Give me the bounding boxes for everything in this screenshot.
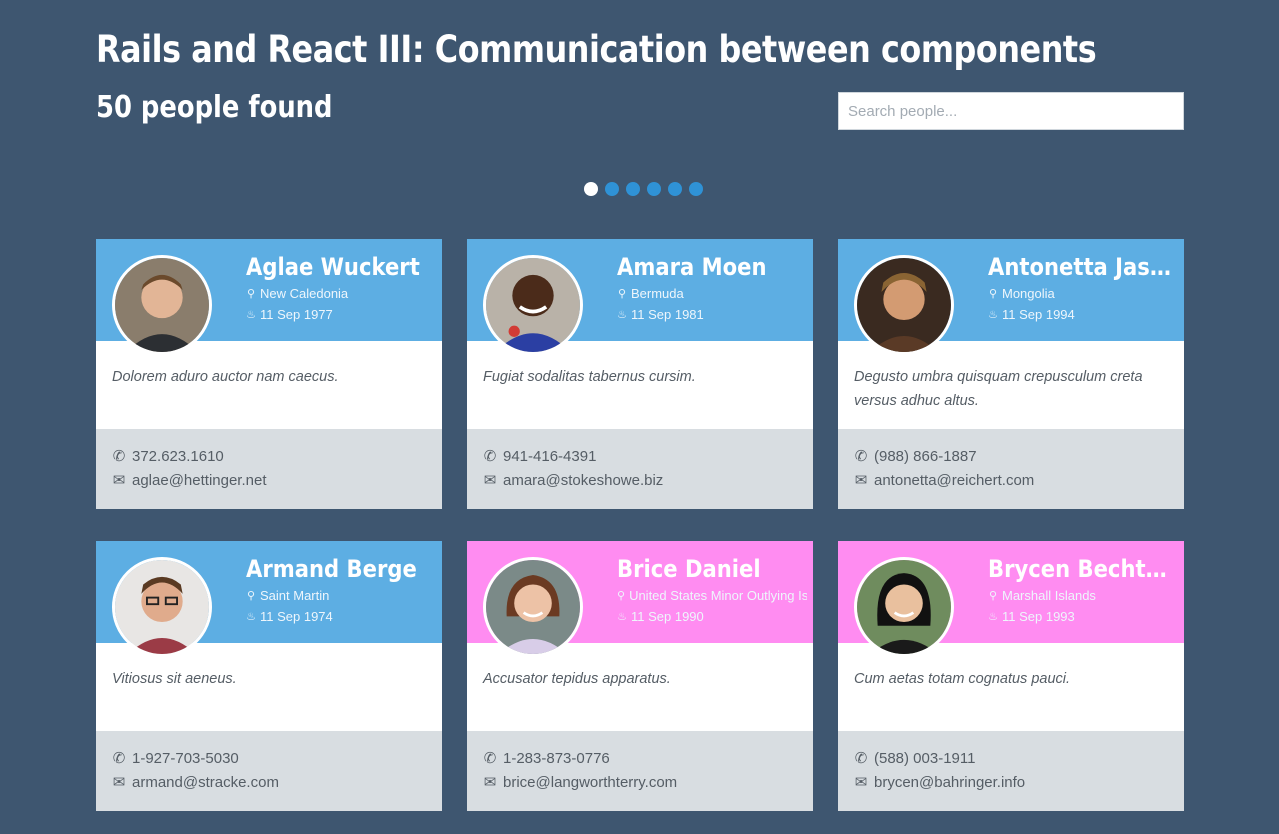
person-birthday: 11 Sep 1981 bbox=[631, 307, 704, 322]
person-card[interactable]: Armand Berge ⚲ Saint Martin ♨ 11 Sep 1974 … bbox=[96, 541, 442, 811]
person-card[interactable]: Brycen Bechtelar ⚲ Marshall Islands ♨ 11 S… bbox=[838, 541, 1184, 811]
person-name: Amara Moen bbox=[617, 253, 767, 281]
person-card[interactable]: Amara Moen ⚲ Bermuda ♨ 11 Sep 1981 Fugiat … bbox=[467, 239, 813, 509]
card-footer: ✆ 1-283-873-0776 ✉ brice@langworthterry.co… bbox=[467, 731, 813, 811]
person-phone[interactable]: 941-416-4391 bbox=[503, 448, 596, 465]
person-location: United States Minor Outlying Islands bbox=[629, 588, 807, 603]
person-name: Aglae Wuckert bbox=[246, 253, 420, 281]
person-email[interactable]: armand@stracke.com bbox=[132, 774, 279, 791]
map-marker-icon: ⚲ bbox=[988, 590, 998, 602]
person-quote: Cum aetas totam cognatus pauci. bbox=[854, 671, 1071, 687]
person-name: Brycen Bechtelar bbox=[988, 555, 1175, 583]
person-quote: Accusator tepidus apparatus. bbox=[483, 671, 671, 687]
phone-icon: ✆ bbox=[112, 750, 126, 767]
person-phone[interactable]: 1-283-873-0776 bbox=[503, 750, 610, 767]
avatar bbox=[112, 557, 212, 657]
person-location: Marshall Islands bbox=[1002, 588, 1096, 603]
page-dot-4[interactable] bbox=[647, 182, 661, 196]
person-location: Saint Martin bbox=[260, 588, 330, 603]
people-count: 50 people found bbox=[96, 90, 333, 125]
map-marker-icon: ⚲ bbox=[617, 288, 627, 300]
person-quote: Degusto umbra quisquam crepusculum creta… bbox=[854, 369, 1143, 409]
person-quote: Fugiat sodalitas tabernus cursim. bbox=[483, 369, 696, 385]
envelope-icon: ✉ bbox=[854, 472, 868, 489]
page-dot-6[interactable] bbox=[689, 182, 703, 196]
avatar bbox=[854, 255, 954, 355]
person-birthday: 11 Sep 1993 bbox=[1002, 609, 1075, 624]
phone-icon: ✆ bbox=[112, 448, 126, 465]
person-birthday: 11 Sep 1977 bbox=[260, 307, 333, 322]
person-phone[interactable]: (988) 866-1887 bbox=[874, 448, 977, 465]
person-email[interactable]: amara@stokeshowe.biz bbox=[503, 472, 663, 489]
person-email[interactable]: antonetta@reichert.com bbox=[874, 472, 1034, 489]
envelope-icon: ✉ bbox=[112, 774, 126, 791]
card-footer: ✆ 1-927-703-5030 ✉ armand@stracke.com bbox=[96, 731, 442, 811]
person-birthday: 11 Sep 1974 bbox=[260, 609, 333, 624]
page-dot-2[interactable] bbox=[605, 182, 619, 196]
person-phone[interactable]: 1-927-703-5030 bbox=[132, 750, 239, 767]
envelope-icon: ✉ bbox=[112, 472, 126, 489]
phone-icon: ✆ bbox=[854, 448, 868, 465]
person-name: Antonetta Jaskolski bbox=[988, 253, 1175, 281]
page-dot-3[interactable] bbox=[626, 182, 640, 196]
envelope-icon: ✉ bbox=[483, 774, 497, 791]
avatar bbox=[483, 557, 583, 657]
map-marker-icon: ⚲ bbox=[246, 590, 256, 602]
avatar bbox=[483, 255, 583, 355]
birthday-cake-icon: ♨ bbox=[988, 309, 998, 321]
pagination bbox=[584, 182, 703, 196]
page-title: Rails and React III: Communication betwe… bbox=[96, 28, 1097, 71]
avatar bbox=[112, 255, 212, 355]
search-input[interactable] bbox=[838, 92, 1184, 130]
person-email[interactable]: brice@langworthterry.com bbox=[503, 774, 677, 791]
person-location: Mongolia bbox=[1002, 286, 1055, 301]
person-name: Armand Berge bbox=[246, 555, 417, 583]
card-footer: ✆ 372.623.1610 ✉ aglae@hettinger.net bbox=[96, 429, 442, 509]
person-phone[interactable]: (588) 003-1911 bbox=[874, 750, 975, 767]
phone-icon: ✆ bbox=[854, 750, 868, 767]
birthday-cake-icon: ♨ bbox=[988, 611, 998, 623]
envelope-icon: ✉ bbox=[483, 472, 497, 489]
person-birthday: 11 Sep 1994 bbox=[1002, 307, 1075, 322]
map-marker-icon: ⚲ bbox=[246, 288, 256, 300]
card-footer: ✆ (988) 866-1887 ✉ antonetta@reichert.com bbox=[838, 429, 1184, 509]
person-email[interactable]: brycen@bahringer.info bbox=[874, 774, 1025, 791]
map-marker-icon: ⚲ bbox=[617, 590, 626, 602]
person-location: New Caledonia bbox=[260, 286, 349, 301]
person-phone[interactable]: 372.623.1610 bbox=[132, 448, 224, 465]
person-quote: Dolorem aduro auctor nam caecus. bbox=[112, 369, 339, 385]
card-footer: ✆ (588) 003-1911 ✉ brycen@bahringer.info bbox=[838, 731, 1184, 811]
person-quote: Vitiosus sit aeneus. bbox=[112, 671, 237, 687]
person-name: Brice Daniel bbox=[617, 555, 761, 583]
person-card[interactable]: Aglae Wuckert ⚲ New Caledonia ♨ 11 Sep 197… bbox=[96, 239, 442, 509]
envelope-icon: ✉ bbox=[854, 774, 868, 791]
birthday-cake-icon: ♨ bbox=[246, 611, 256, 623]
birthday-cake-icon: ♨ bbox=[617, 611, 627, 623]
card-footer: ✆ 941-416-4391 ✉ amara@stokeshowe.biz bbox=[467, 429, 813, 509]
map-marker-icon: ⚲ bbox=[988, 288, 998, 300]
phone-icon: ✆ bbox=[483, 448, 497, 465]
person-email[interactable]: aglae@hettinger.net bbox=[132, 472, 267, 489]
avatar bbox=[854, 557, 954, 657]
birthday-cake-icon: ♨ bbox=[617, 309, 627, 321]
person-card[interactable]: Brice Daniel ⚲ United States Minor Outlyi… bbox=[467, 541, 813, 811]
page-dot-5[interactable] bbox=[668, 182, 682, 196]
person-birthday: 11 Sep 1990 bbox=[631, 609, 704, 624]
person-card[interactable]: Antonetta Jaskolski ⚲ Mongolia ♨ 11 Sep 19… bbox=[838, 239, 1184, 509]
page-dot-1[interactable] bbox=[584, 182, 598, 196]
birthday-cake-icon: ♨ bbox=[246, 309, 256, 321]
person-location: Bermuda bbox=[631, 286, 684, 301]
phone-icon: ✆ bbox=[483, 750, 497, 767]
